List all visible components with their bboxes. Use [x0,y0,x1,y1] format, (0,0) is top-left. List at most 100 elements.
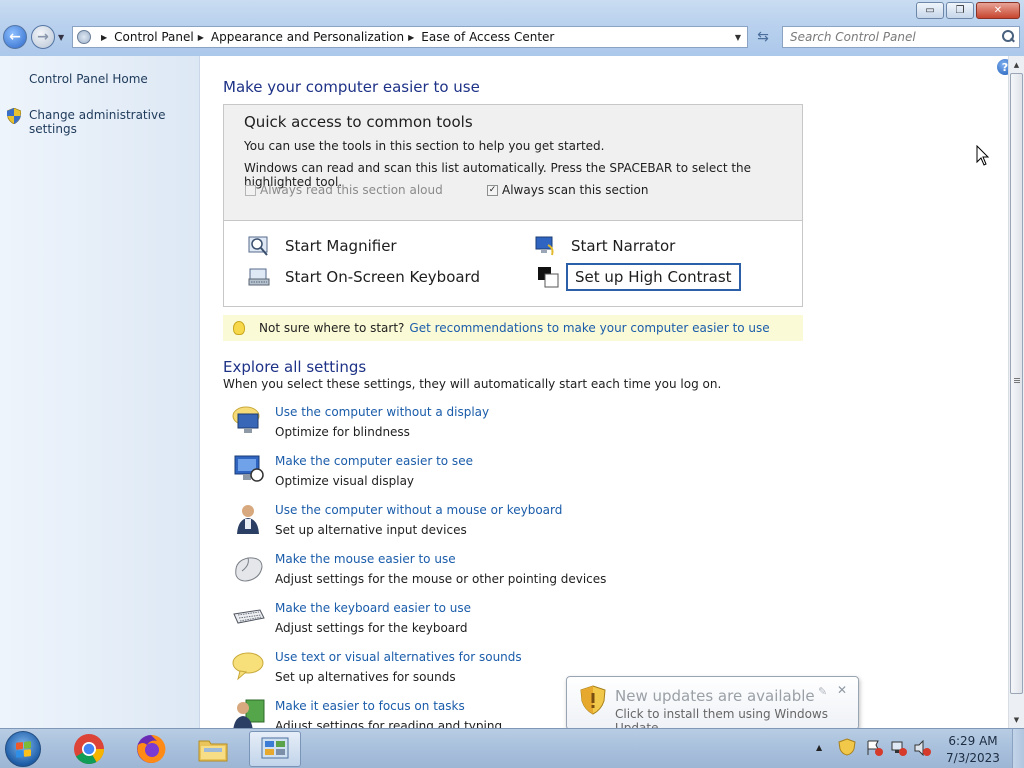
navigation-bar: ← → ▼ ▶ Control Panel ▶ Appearance and P… [0,25,1024,51]
vertical-scrollbar[interactable]: ▲ ▼ [1008,56,1024,728]
volume-icon[interactable] [914,740,932,756]
easier-to-see-link[interactable]: Make the computer easier to see [275,454,473,468]
person-icon [237,505,259,534]
without-display-desc: Optimize for blindness [275,425,410,439]
without-display-link[interactable]: Use the computer without a display [275,405,489,419]
page-title: Make your computer easier to use [223,78,480,96]
main-content: ? Make your computer easier to use Quick… [200,56,1008,728]
focus-tasks-link[interactable]: Make it easier to focus on tasks [275,699,465,713]
speech-bubble-icon [232,652,264,681]
start-magnifier-label: Start Magnifier [285,237,397,255]
list-item-easier-to-see: Make the computer easier to see Optimize… [232,453,792,497]
sound-alternatives-link[interactable]: Use text or visual alternatives for soun… [275,650,522,664]
control-panel-home-link[interactable]: Control Panel Home [29,72,148,86]
update-notification[interactable]: New updates are available Click to insta… [566,676,859,735]
start-narrator-button[interactable]: Start Narrator [534,235,675,257]
pin-icon[interactable]: ✎ [818,685,827,698]
taskbar: ▲ 6:29 AM 7/3/2023 [0,728,1024,768]
chrome-icon [74,734,104,765]
change-admin-settings-link[interactable]: Change administrative settings [29,108,199,136]
action-center-icon[interactable] [866,740,884,756]
quick-access-title: Quick access to common tools [244,113,473,131]
refresh-button[interactable]: ⇆ [752,26,774,48]
scroll-grip-icon [1014,378,1020,379]
narrator-icon [535,236,554,256]
maximize-icon: ❐ [955,5,965,16]
maximize-button[interactable]: ❐ [946,2,974,19]
recent-pages-dropdown-icon[interactable]: ▼ [58,33,64,42]
windows-update-shield-icon [580,685,606,715]
help-button[interactable]: ? [997,59,1008,75]
scan-checkbox[interactable]: ✓ [487,185,498,196]
notification-title: New updates are available [615,687,815,705]
quick-access-line-1: You can use the tools in this section to… [244,139,605,153]
search-input[interactable]: Search Control Panel [782,26,1020,48]
quick-access-header: Quick access to common tools You can use… [224,105,802,221]
show-hidden-icons-icon[interactable]: ▲ [816,743,822,752]
windows-update-tray-icon[interactable] [838,738,856,756]
checkmark-icon: ✓ [488,185,497,195]
easier-to-see-desc: Optimize visual display [275,474,415,488]
mouse-easier-desc: Adjust settings for the mouse or other p… [275,572,607,586]
breadcrumb-ease-of-access[interactable]: Ease of Access Center [421,30,554,44]
high-contrast-icon [538,267,559,288]
forward-arrow-icon: → [37,29,49,45]
breadcrumb-appearance[interactable]: Appearance and Personalization [211,30,404,44]
show-desktop-button[interactable] [1012,729,1024,768]
chevron-right-icon[interactable]: ▶ [198,33,204,42]
start-button[interactable] [5,731,41,767]
refresh-icon: ⇆ [757,29,769,45]
firefox-icon [137,734,166,763]
network-icon[interactable] [890,740,908,756]
explore-heading: Explore all settings [223,358,367,376]
back-arrow-icon: ← [9,29,21,45]
start-magnifier-button[interactable]: Start Magnifier [248,235,397,257]
close-button[interactable]: ✕ [976,2,1020,19]
without-mouse-keyboard-link[interactable]: Use the computer without a mouse or keyb… [275,503,562,517]
notification-close-icon[interactable]: ✕ [837,683,847,697]
windows-logo-icon [16,741,31,758]
chevron-right-icon[interactable]: ▶ [408,33,414,42]
taskbar-explorer[interactable] [187,731,239,767]
sound-alternatives-desc: Set up alternatives for sounds [275,670,456,684]
control-panel-icon [261,737,289,759]
lightbulb-icon [233,321,245,335]
keyboard-easier-desc: Adjust settings for the keyboard [275,621,468,635]
monitor-speaker-icon [232,406,260,433]
search-icon[interactable] [1001,30,1015,44]
search-placeholder: Search Control Panel [790,30,916,44]
magnifier-icon [248,236,268,256]
taskbar-firefox[interactable] [125,731,177,767]
read-aloud-label: Always read this section aloud [260,183,443,197]
address-bar[interactable]: ▶ Control Panel ▶ Appearance and Persona… [72,26,748,48]
read-aloud-checkbox[interactable] [245,185,256,196]
window-controls: ▭ ❐ ✕ [916,2,1020,19]
address-dropdown-icon[interactable]: ▼ [735,33,741,42]
explore-subtext: When you select these settings, they wil… [223,377,722,391]
taskbar-chrome[interactable] [63,731,115,767]
minimize-button[interactable]: ▭ [916,2,944,19]
chevron-right-icon[interactable]: ▶ [101,33,107,42]
scroll-thumb[interactable] [1010,73,1023,694]
recommendations-link[interactable]: Get recommendations to make your compute… [409,321,769,335]
list-item-keyboard-easier: Make the keyboard easier to use Adjust s… [232,600,792,644]
quick-access-panel: Quick access to common tools You can use… [223,104,803,307]
keyboard-easier-link[interactable]: Make the keyboard easier to use [275,601,471,615]
window-titlebar: ▭ ❐ ✕ ← → ▼ ▶ Control Panel ▶ Appearance… [0,0,1024,56]
keyboard-icon [233,609,265,624]
mouse-easier-link[interactable]: Make the mouse easier to use [275,552,456,566]
start-osk-button[interactable]: Start On-Screen Keyboard [248,266,480,288]
mouse-cursor-icon [976,145,990,166]
clock-time: 6:29 AM [948,734,998,748]
setup-high-contrast-button[interactable]: Set up High Contrast [537,263,741,291]
forward-button[interactable]: → [31,25,55,49]
minimize-icon: ▭ [925,5,935,16]
back-button[interactable]: ← [3,25,27,49]
scroll-up-icon[interactable]: ▲ [1009,56,1024,73]
taskbar-control-panel[interactable] [249,731,301,767]
focus-person-icon [233,699,265,728]
scroll-down-icon[interactable]: ▼ [1009,711,1024,728]
breadcrumb-control-panel[interactable]: Control Panel [114,30,194,44]
system-clock[interactable]: 6:29 AM 7/3/2023 [938,733,1008,767]
focus-tasks-desc: Adjust settings for reading and typing [275,719,503,728]
